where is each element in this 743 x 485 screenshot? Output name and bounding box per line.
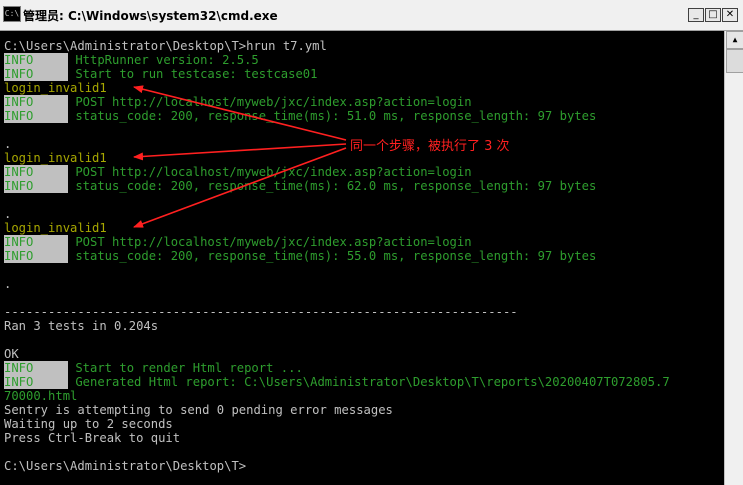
log-line: INFO POST http://localhost/myweb/jxc/ind… bbox=[4, 235, 472, 249]
log-text: POST http://localhost/myweb/jxc/index.as… bbox=[68, 95, 472, 109]
annotation-label: 同一个步骤，被执行了 3 次 bbox=[350, 139, 510, 154]
info-tag: INFO bbox=[4, 53, 68, 67]
log-text: status_code: 200, response_time(ms): 62.… bbox=[68, 179, 597, 193]
progress-dot: . bbox=[4, 207, 12, 221]
log-line: INFO Start to render Html report ... bbox=[4, 361, 303, 375]
log-line: INFO status_code: 200, response_time(ms)… bbox=[4, 109, 596, 123]
log-text: Start to run testcase: testcase01 bbox=[68, 67, 318, 81]
quit-message: Press Ctrl-Break to quit bbox=[4, 431, 181, 445]
test-status: OK bbox=[4, 347, 19, 361]
step-name: login_invalid1 bbox=[4, 221, 107, 235]
log-text: Start to render Html report ... bbox=[68, 361, 303, 375]
progress-dot: . bbox=[4, 277, 12, 291]
log-text: status_code: 200, response_time(ms): 55.… bbox=[68, 249, 597, 263]
window-title: 管理员: C:\Windows\system32\cmd.exe bbox=[23, 9, 278, 23]
log-text: POST http://localhost/myweb/jxc/index.as… bbox=[68, 235, 472, 249]
info-tag: INFO bbox=[4, 67, 68, 81]
command-line: C:\Users\Administrator\Desktop\T>hrun t7… bbox=[4, 39, 327, 53]
info-tag: INFO bbox=[4, 235, 68, 249]
title-bar[interactable]: C:\ 管理员: C:\Windows\system32\cmd.exe _ □… bbox=[0, 0, 743, 31]
info-tag: INFO bbox=[4, 249, 68, 263]
log-line: INFO Start to run testcase: testcase01 bbox=[4, 67, 317, 81]
console-output[interactable]: C:\Users\Administrator\Desktop\T>hrun t7… bbox=[0, 31, 724, 485]
log-line: INFO status_code: 200, response_time(ms)… bbox=[4, 249, 596, 263]
log-text: Generated Html report: C:\Users\Administ… bbox=[68, 375, 670, 389]
log-text: HttpRunner version: 2.5.5 bbox=[68, 53, 259, 67]
sentry-message: Sentry is attempting to send 0 pending e… bbox=[4, 403, 393, 417]
cmd-icon[interactable]: C:\ bbox=[3, 6, 21, 22]
vertical-scrollbar[interactable]: ▲ bbox=[724, 31, 743, 485]
log-line-wrap: 70000.html bbox=[4, 389, 78, 403]
info-tag: INFO bbox=[4, 375, 68, 389]
separator-line: ----------------------------------------… bbox=[4, 305, 518, 319]
minimize-button[interactable]: _ bbox=[688, 8, 704, 22]
command-prompt: C:\Users\Administrator\Desktop\T> bbox=[4, 459, 247, 473]
progress-dot: . bbox=[4, 137, 12, 151]
log-line: INFO HttpRunner version: 2.5.5 bbox=[4, 53, 259, 67]
scroll-up-button[interactable]: ▲ bbox=[726, 31, 743, 49]
cmd-window: C:\ 管理员: C:\Windows\system32\cmd.exe _ □… bbox=[0, 0, 743, 485]
step-name: login_invalid1 bbox=[4, 151, 107, 165]
log-line: INFO POST http://localhost/myweb/jxc/ind… bbox=[4, 95, 472, 109]
log-line: INFO Generated Html report: C:\Users\Adm… bbox=[4, 375, 670, 389]
wait-message: Waiting up to 2 seconds bbox=[4, 417, 173, 431]
log-line: INFO status_code: 200, response_time(ms)… bbox=[4, 179, 596, 193]
log-line: INFO POST http://localhost/myweb/jxc/ind… bbox=[4, 165, 472, 179]
log-text: status_code: 200, response_time(ms): 51.… bbox=[68, 109, 597, 123]
info-tag: INFO bbox=[4, 109, 68, 123]
test-summary: Ran 3 tests in 0.204s bbox=[4, 319, 159, 333]
info-tag: INFO bbox=[4, 361, 68, 375]
log-text: POST http://localhost/myweb/jxc/index.as… bbox=[68, 165, 472, 179]
info-tag: INFO bbox=[4, 95, 68, 109]
info-tag: INFO bbox=[4, 179, 68, 193]
info-tag: INFO bbox=[4, 165, 68, 179]
step-name: login_invalid1 bbox=[4, 81, 107, 95]
maximize-button[interactable]: □ bbox=[705, 8, 721, 22]
close-button[interactable]: ✕ bbox=[722, 8, 738, 22]
scroll-thumb[interactable] bbox=[726, 49, 743, 73]
